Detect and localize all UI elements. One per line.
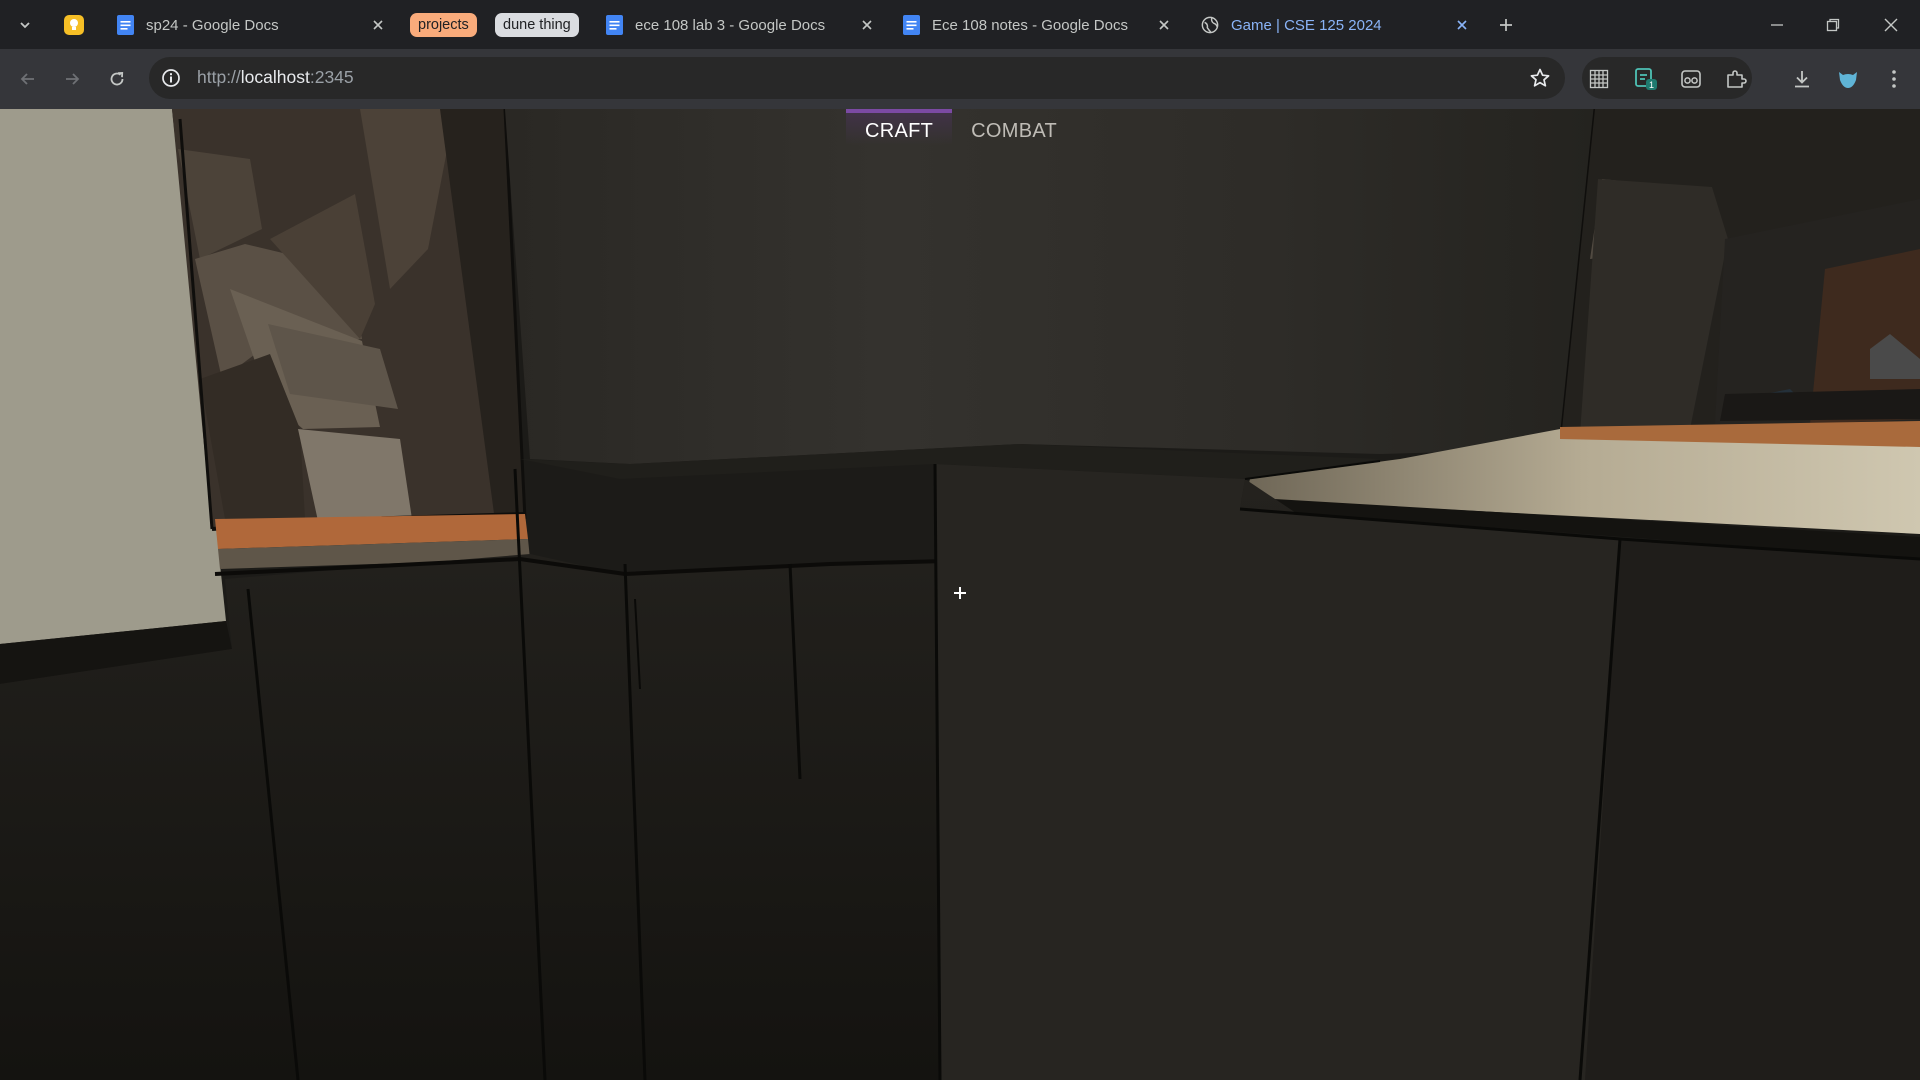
tab-combat[interactable]: COMBAT <box>952 109 1076 153</box>
browser-tab-ece108-notes[interactable]: Ece 108 notes - Google Docs <box>903 8 1173 42</box>
url-host: localhost <box>240 67 310 87</box>
browser-menu-button[interactable] <box>1882 67 1906 91</box>
close-tab-button[interactable] <box>1155 16 1173 34</box>
url-scheme: http:// <box>197 67 241 87</box>
browser-tab-sp24[interactable]: sp24 - Google Docs <box>117 8 387 42</box>
more-vert-icon <box>1892 70 1896 88</box>
tab-craft[interactable]: CRAFT <box>846 109 953 153</box>
url-port: :2345 <box>309 67 354 87</box>
close-icon <box>1457 20 1467 30</box>
downloads-button[interactable] <box>1790 67 1814 91</box>
close-window-button[interactable] <box>1878 12 1904 38</box>
close-tab-button[interactable] <box>369 16 387 34</box>
grid-icon <box>1589 69 1609 89</box>
tab-title: Game | CSE 125 2024 <box>1231 16 1382 34</box>
browser-tab-strip: sp24 - Google Docs projects dune thing e… <box>0 0 1920 49</box>
restore-button[interactable] <box>1820 12 1846 38</box>
close-icon <box>1884 18 1898 32</box>
game-mode-tabs: CRAFT COMBAT <box>846 109 1076 153</box>
bookmark-star-icon[interactable] <box>1529 67 1551 89</box>
tab-craft-label: CRAFT <box>865 119 934 142</box>
close-tab-button[interactable] <box>858 16 876 34</box>
extensions-menu-button[interactable] <box>1724 67 1748 91</box>
grid-extension-button[interactable] <box>1587 67 1611 91</box>
crosshair-icon <box>953 586 967 600</box>
browser-tab-game[interactable]: Game | CSE 125 2024 <box>1201 8 1471 42</box>
minimize-button[interactable] <box>1764 12 1790 38</box>
close-icon <box>862 20 872 30</box>
glasses-icon <box>1681 70 1701 88</box>
tab-combat-label: COMBAT <box>971 119 1058 142</box>
globe-icon <box>1201 16 1219 34</box>
game-canvas[interactable]: CRAFT COMBAT <box>0 109 1920 1080</box>
avatar-icon <box>1839 72 1857 88</box>
download-icon <box>1795 71 1809 88</box>
reader-extension-button[interactable] <box>1679 67 1703 91</box>
extension-badge-icon: 1 <box>1635 68 1657 90</box>
tab-group-icon[interactable] <box>64 15 84 35</box>
browser-toolbar: http://localhost:2345 1 <box>0 49 1920 109</box>
close-icon <box>1159 20 1169 30</box>
tab-group-dune-thing[interactable]: dune thing <box>495 13 579 37</box>
forward-button[interactable] <box>57 64 87 94</box>
lightbulb-icon <box>70 19 78 30</box>
reload-icon <box>110 72 124 86</box>
svg-text:1: 1 <box>1649 80 1654 90</box>
back-button[interactable] <box>13 64 43 94</box>
tab-search-button[interactable] <box>12 13 38 37</box>
tab-title: Ece 108 notes - Google Docs <box>932 16 1128 34</box>
restore-icon <box>1826 18 1840 32</box>
address-bar[interactable]: http://localhost:2345 <box>149 57 1565 99</box>
plus-icon <box>1500 19 1512 31</box>
google-docs-icon <box>606 15 623 35</box>
tab-title: ece 108 lab 3 - Google Docs <box>635 16 826 34</box>
google-docs-icon <box>903 15 920 35</box>
tab-group-projects[interactable]: projects <box>410 13 477 37</box>
info-icon[interactable] <box>161 68 181 88</box>
arrow-right-icon <box>66 73 80 85</box>
arrow-left-icon <box>20 73 34 85</box>
browser-tab-ece108-lab3[interactable]: ece 108 lab 3 - Google Docs <box>606 8 876 42</box>
chevron-down-icon <box>20 22 30 29</box>
close-tab-button[interactable] <box>1453 16 1471 34</box>
google-docs-icon <box>117 15 134 35</box>
tab-title: sp24 - Google Docs <box>146 16 279 34</box>
reload-button[interactable] <box>102 64 132 94</box>
teal-extension-button[interactable]: 1 <box>1634 67 1658 91</box>
minimize-icon <box>1771 24 1783 26</box>
new-tab-button[interactable] <box>1493 12 1519 38</box>
close-icon <box>373 20 383 30</box>
puzzle-icon <box>1727 70 1747 88</box>
url-text[interactable]: http://localhost:2345 <box>197 67 354 88</box>
profile-avatar-button[interactable] <box>1836 67 1860 91</box>
